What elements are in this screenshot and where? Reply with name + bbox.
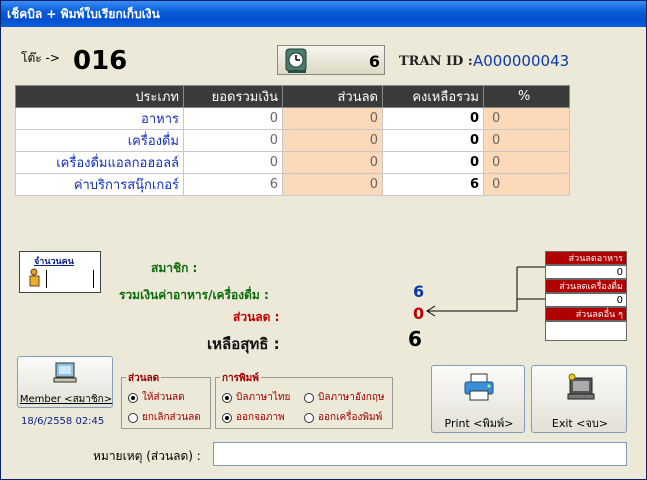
print-group-title: การพิมพ์ [220, 371, 261, 386]
net-value: 6 [408, 327, 422, 351]
cell-type: เครื่องดื่ม [15, 129, 184, 152]
print-button[interactable]: Print <พิมพ์> [431, 365, 525, 433]
food-discount-label: ส่วนลดอาหาร [545, 251, 627, 265]
member-computer-icon [52, 361, 78, 386]
cell-discount[interactable]: 0 [282, 173, 383, 196]
english-bill-radio[interactable]: บิลภาษาอังกฤษ [304, 390, 384, 405]
cell-discount[interactable]: 0 [282, 151, 383, 174]
to-printer-radio[interactable]: ออกเครื่องพิมพ์ [304, 410, 382, 425]
cell-balance: 6 [382, 173, 484, 196]
radio-unselected-icon [304, 412, 314, 423]
cancel-discount-label: ยกเลิกส่วนลด [142, 412, 201, 423]
bill-summary-table: ประเภท ยอดรวมเงิน ส่วนลด คงเหลือรวม % อา… [15, 85, 570, 196]
table-row[interactable]: อาหาร 0 0 0 0 [15, 107, 570, 130]
exit-computer-icon [564, 372, 598, 405]
table-row[interactable]: ค่าบริการสนุ๊กเกอร์ 6 0 6 0 [15, 173, 570, 196]
thai-bill-label: บิลภาษาไทย [236, 392, 291, 403]
discount-group: ส่วนลด ให้ส่วนลด ยกเลิกส่วนลด [121, 371, 211, 429]
cell-type: ค่าบริการสนุ๊กเกอร์ [15, 173, 184, 196]
cell-total: 6 [183, 173, 283, 196]
other-discount-value[interactable] [545, 321, 627, 341]
cell-type: เครื่องดื่มแอลกอฮอลล์ [15, 151, 184, 174]
to-printer-label: ออกเครื่องพิมพ์ [318, 412, 383, 423]
member-button[interactable]: Member <สมาชิก> [17, 356, 113, 408]
table-row[interactable]: เครื่องดื่ม 0 0 0 0 [15, 129, 570, 152]
cell-total: 0 [183, 151, 283, 174]
cancel-discount-radio[interactable]: ยกเลิกส่วนลด [128, 410, 201, 425]
radio-unselected-icon [304, 392, 314, 403]
tran-id-value: A000000043 [473, 52, 570, 70]
cell-balance: 0 [382, 107, 484, 130]
food-discount-value[interactable]: 0 [545, 265, 627, 279]
print-button-label: Print <พิมพ์> [444, 417, 514, 430]
cell-percent[interactable]: 0 [483, 173, 570, 196]
time-count-box: 6 [277, 45, 385, 75]
cell-total: 0 [183, 129, 283, 152]
drink-discount-label: ส่วนลดเครื่องดื่ม [545, 279, 627, 293]
guest-count-box: จำนวนคน [19, 251, 101, 293]
cell-type: อาหาร [15, 107, 184, 130]
person-icon [28, 268, 44, 292]
net-label: เหลือสุทธิ : [207, 335, 280, 353]
to-screen-label: ออกจอภาพ [236, 412, 285, 423]
print-group: การพิมพ์ บิลภาษาไทย บิลภาษาอังกฤษ ออกจอภ… [215, 371, 393, 429]
discount-group-title: ส่วนลด [126, 371, 162, 386]
guest-count-label: จำนวนคน [34, 257, 74, 267]
thai-bill-radio[interactable]: บิลภาษาไทย [222, 390, 290, 405]
cell-discount[interactable]: 0 [282, 107, 383, 130]
other-discount-label: ส่วนลดอื่น ๆ [545, 307, 627, 321]
to-screen-radio[interactable]: ออกจอภาพ [222, 410, 285, 425]
cell-percent[interactable]: 0 [483, 107, 570, 130]
col-header-total: ยอดรวมเงิน [183, 85, 283, 108]
col-header-percent: % [483, 85, 570, 108]
col-header-type: ประเภท [15, 85, 184, 108]
radio-selected-icon [222, 412, 232, 423]
window-title: เช็คบิล + พิมพ์ใบเรียกเก็บเงิน [1, 1, 646, 27]
member-label: สมาชิก : [151, 261, 198, 275]
clock-icon [282, 47, 312, 79]
cell-balance: 0 [382, 129, 484, 152]
guest-count-display: 6 [368, 52, 380, 71]
printer-icon [462, 372, 496, 405]
col-header-discount: ส่วนลด [282, 85, 383, 108]
cell-balance: 0 [382, 151, 484, 174]
radio-selected-icon [128, 392, 138, 403]
guest-count-input[interactable] [46, 270, 94, 288]
cell-discount[interactable]: 0 [282, 129, 383, 152]
exit-button-label: Exit <จบ> [551, 417, 609, 430]
table-header-row: ประเภท ยอดรวมเงิน ส่วนลด คงเหลือรวม % [15, 85, 570, 108]
discount-label: ส่วนลด : [233, 310, 280, 324]
table-number: 016 [73, 46, 128, 76]
check-bill-window: เช็คบิล + พิมพ์ใบเรียกเก็บเงิน โต๊ะ -> 0… [0, 0, 647, 480]
table-row[interactable]: เครื่องดื่มแอลกอฮอลล์ 0 0 0 0 [15, 151, 570, 174]
cell-percent[interactable]: 0 [483, 129, 570, 152]
give-discount-label: ให้ส่วนลด [142, 392, 185, 403]
cell-percent[interactable]: 0 [483, 151, 570, 174]
radio-selected-icon [222, 392, 232, 403]
remark-label: หมายเหตุ (ส่วนลด) : [93, 449, 201, 463]
member-button-label: Member <สมาชิก> [19, 394, 113, 405]
english-bill-label: บิลภาษาอังกฤษ [318, 392, 385, 403]
radio-unselected-icon [128, 412, 138, 423]
cell-total: 0 [183, 107, 283, 130]
tran-id-label: TRAN ID : [399, 54, 473, 69]
discount-connector-lines [426, 266, 549, 317]
table-number-label: โต๊ะ -> [21, 51, 60, 65]
discount-breakdown-panel: ส่วนลดอาหาร 0 ส่วนลดเครื่องดื่ม 0 ส่วนลด… [545, 251, 627, 341]
exit-button[interactable]: Exit <จบ> [531, 365, 627, 433]
datetime-label: 18/6/2558 02:45 [21, 416, 105, 427]
col-header-balance: คงเหลือรวม [382, 85, 484, 108]
remark-input[interactable] [213, 442, 627, 466]
total-food-drink-label: รวมเงินค่าอาหาร/เครื่องดื่ม : [119, 288, 269, 302]
give-discount-radio[interactable]: ให้ส่วนลด [128, 390, 185, 405]
drink-discount-value[interactable]: 0 [545, 293, 627, 307]
